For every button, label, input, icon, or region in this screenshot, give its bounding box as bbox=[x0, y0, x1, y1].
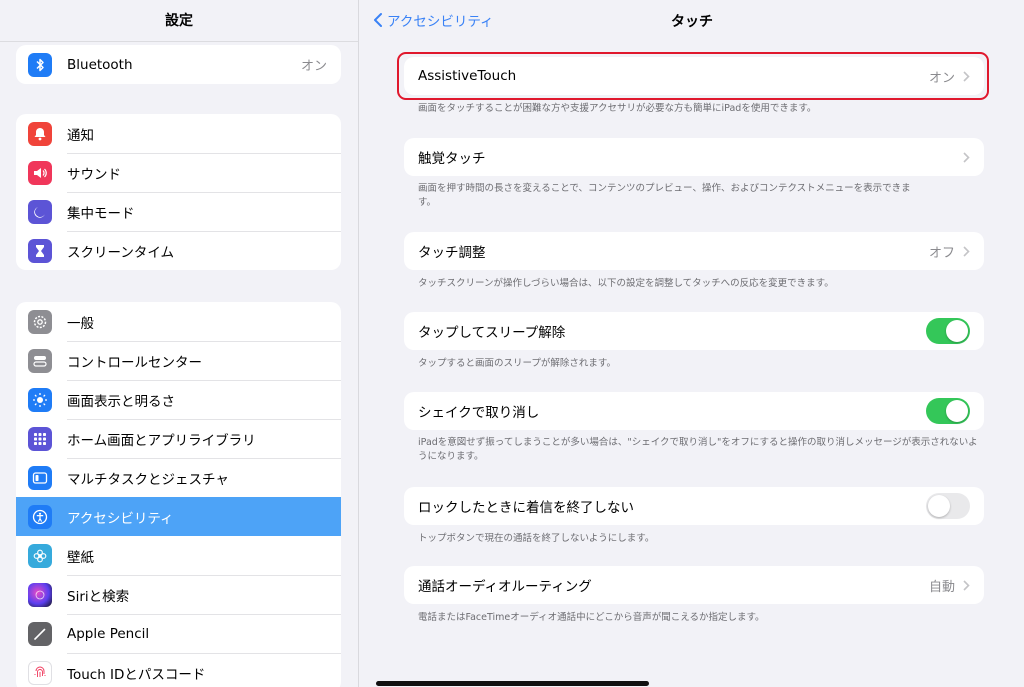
sidebar: 設定 Bluetooth オン 通知 サウンド 集中モード スクリーンタイム 一… bbox=[0, 0, 359, 687]
lock-end-call-row: ロックしたときに着信を終了しない bbox=[404, 487, 984, 525]
sidebar-item-label: Bluetooth bbox=[67, 56, 133, 73]
sidebar-group-notifications: 通知 サウンド 集中モード スクリーンタイム bbox=[16, 114, 341, 270]
row-description: 画面をタッチすることが困難な方や支援アクセサリが必要な方も簡単にiPadを使用で… bbox=[418, 103, 817, 114]
highlight-box bbox=[397, 52, 989, 100]
toggle-knob bbox=[946, 320, 968, 342]
bluetooth-status: オン bbox=[300, 59, 327, 74]
chevron-right-icon bbox=[963, 245, 970, 257]
row-label: タッチ調整 bbox=[418, 245, 486, 261]
home-indicator bbox=[376, 681, 649, 686]
sidebar-item-control-center[interactable]: コントロールセンター bbox=[16, 341, 341, 380]
call-audio-routing-row[interactable]: 通話オーディオルーティング 自動 bbox=[404, 566, 984, 604]
page-title: タッチ bbox=[671, 14, 713, 30]
sidebar-item-accessibility[interactable]: アクセシビリティ bbox=[16, 497, 341, 536]
row-description: 電話またはFaceTimeオーディオ通話中にどこから音声が聞こえるか指定します。 bbox=[418, 612, 765, 623]
toggle-knob bbox=[946, 400, 968, 422]
sidebar-item-home-screen[interactable]: ホーム画面とアプリライブラリ bbox=[16, 419, 341, 458]
main-pane: アクセシビリティ タッチ AssistiveTouch オン 画面をタッチするこ… bbox=[360, 0, 1024, 687]
sidebar-item-label: 画面表示と明るさ bbox=[67, 393, 175, 410]
toggle-knob bbox=[928, 495, 950, 517]
sidebar-item-screen-time[interactable]: スクリーンタイム bbox=[16, 231, 341, 270]
sidebar-item-bluetooth[interactable]: Bluetooth オン bbox=[16, 45, 341, 84]
sidebar-item-label: アクセシビリティ bbox=[67, 510, 174, 527]
hourglass-icon bbox=[28, 238, 52, 263]
flower-icon bbox=[28, 543, 52, 568]
gear-icon bbox=[28, 309, 52, 334]
grid-icon bbox=[28, 426, 52, 451]
sidebar-item-label: 通知 bbox=[67, 127, 94, 144]
accessibility-icon bbox=[28, 504, 52, 529]
sidebar-item-label: マルチタスクとジェスチャ bbox=[67, 471, 229, 488]
pencil-icon bbox=[28, 621, 52, 646]
sidebar-item-sounds[interactable]: サウンド bbox=[16, 153, 341, 192]
row-description: 画面を押す時間の長さを変えることで、コンテンツのプレビュー、操作、およびコンテク… bbox=[418, 183, 911, 208]
sidebar-item-label: コントロールセンター bbox=[67, 354, 202, 371]
bluetooth-icon bbox=[28, 52, 52, 77]
sidebar-item-apple-pencil[interactable]: Apple Pencil bbox=[16, 614, 341, 653]
sidebar-item-siri[interactable]: Siriと検索 bbox=[16, 575, 341, 614]
sidebar-item-general[interactable]: 一般 bbox=[16, 302, 341, 341]
sidebar-item-notifications[interactable]: 通知 bbox=[16, 114, 341, 153]
row-description: iPadを意図せず振ってしまうことが多い場合は、"シェイクで取り消し"をオフにす… bbox=[418, 437, 978, 462]
lock-end-call-toggle[interactable] bbox=[926, 493, 970, 519]
call-audio-routing-status: 自動 bbox=[928, 579, 955, 595]
bell-icon bbox=[28, 121, 52, 146]
sidebar-item-label: 集中モード bbox=[67, 205, 135, 222]
fingerprint-icon bbox=[28, 660, 52, 685]
sidebar-item-wallpaper[interactable]: 壁紙 bbox=[16, 536, 341, 575]
shake-to-undo-row: シェイクで取り消し bbox=[404, 392, 984, 430]
row-value: オフ bbox=[929, 242, 970, 261]
row-label: 触覚タッチ bbox=[418, 151, 486, 167]
row-label: タップしてスリープ解除 bbox=[418, 325, 566, 341]
sun-icon bbox=[28, 387, 52, 412]
sidebar-item-label: サウンド bbox=[67, 166, 121, 183]
row-description: トップボタンで現在の通話を終了しないようにします。 bbox=[418, 533, 655, 544]
touch-accommodations-row[interactable]: タッチ調整 オフ bbox=[404, 232, 984, 270]
shake-to-undo-toggle[interactable] bbox=[926, 398, 970, 424]
moon-icon bbox=[28, 199, 52, 224]
haptic-touch-row[interactable]: 触覚タッチ bbox=[404, 138, 984, 176]
sidebar-item-display[interactable]: 画面表示と明るさ bbox=[16, 380, 341, 419]
tap-to-wake-row: タップしてスリープ解除 bbox=[404, 312, 984, 350]
row-label: 通話オーディオルーティング bbox=[418, 579, 592, 595]
chevron-right-icon bbox=[963, 151, 970, 163]
sidebar-group-connectivity: Bluetooth オン bbox=[16, 45, 341, 84]
nav-bar: アクセシビリティ タッチ bbox=[360, 0, 1024, 40]
row-value bbox=[955, 151, 970, 163]
tap-to-wake-toggle[interactable] bbox=[926, 318, 970, 344]
switches-icon bbox=[28, 348, 52, 373]
sidebar-item-multitasking[interactable]: マルチタスクとジェスチャ bbox=[16, 458, 341, 497]
row-description: タッチスクリーンが操作しづらい場合は、以下の設定を調整してタッチへの反応を変更で… bbox=[418, 278, 834, 289]
sidebar-item-label: Touch IDとパスコード bbox=[67, 666, 206, 683]
touch-accommodations-status: オフ bbox=[928, 245, 955, 261]
sidebar-item-focus[interactable]: 集中モード bbox=[16, 192, 341, 231]
siri-icon bbox=[28, 582, 52, 607]
multitask-icon bbox=[28, 465, 52, 490]
speaker-icon bbox=[28, 160, 52, 185]
sidebar-item-touch-id[interactable]: Touch IDとパスコード bbox=[16, 653, 341, 687]
sidebar-item-label: Siriと検索 bbox=[67, 588, 130, 605]
chevron-right-icon bbox=[963, 579, 970, 591]
sidebar-item-label: 一般 bbox=[67, 315, 94, 332]
row-label: ロックしたときに着信を終了しない bbox=[418, 500, 634, 516]
sidebar-item-label: ホーム画面とアプリライブラリ bbox=[67, 432, 256, 449]
row-value: 自動 bbox=[929, 576, 970, 595]
sidebar-item-label: Apple Pencil bbox=[67, 625, 150, 642]
sidebar-title: 設定 bbox=[0, 0, 358, 42]
row-description: タップすると画面のスリープが解除されます。 bbox=[418, 358, 616, 369]
sidebar-item-label: スクリーンタイム bbox=[67, 244, 175, 261]
row-label: シェイクで取り消し bbox=[418, 405, 540, 421]
sidebar-item-label: 壁紙 bbox=[67, 549, 94, 566]
sidebar-group-general: 一般 コントロールセンター 画面表示と明るさ ホーム画面とアプリライブラリ マル… bbox=[16, 302, 341, 687]
